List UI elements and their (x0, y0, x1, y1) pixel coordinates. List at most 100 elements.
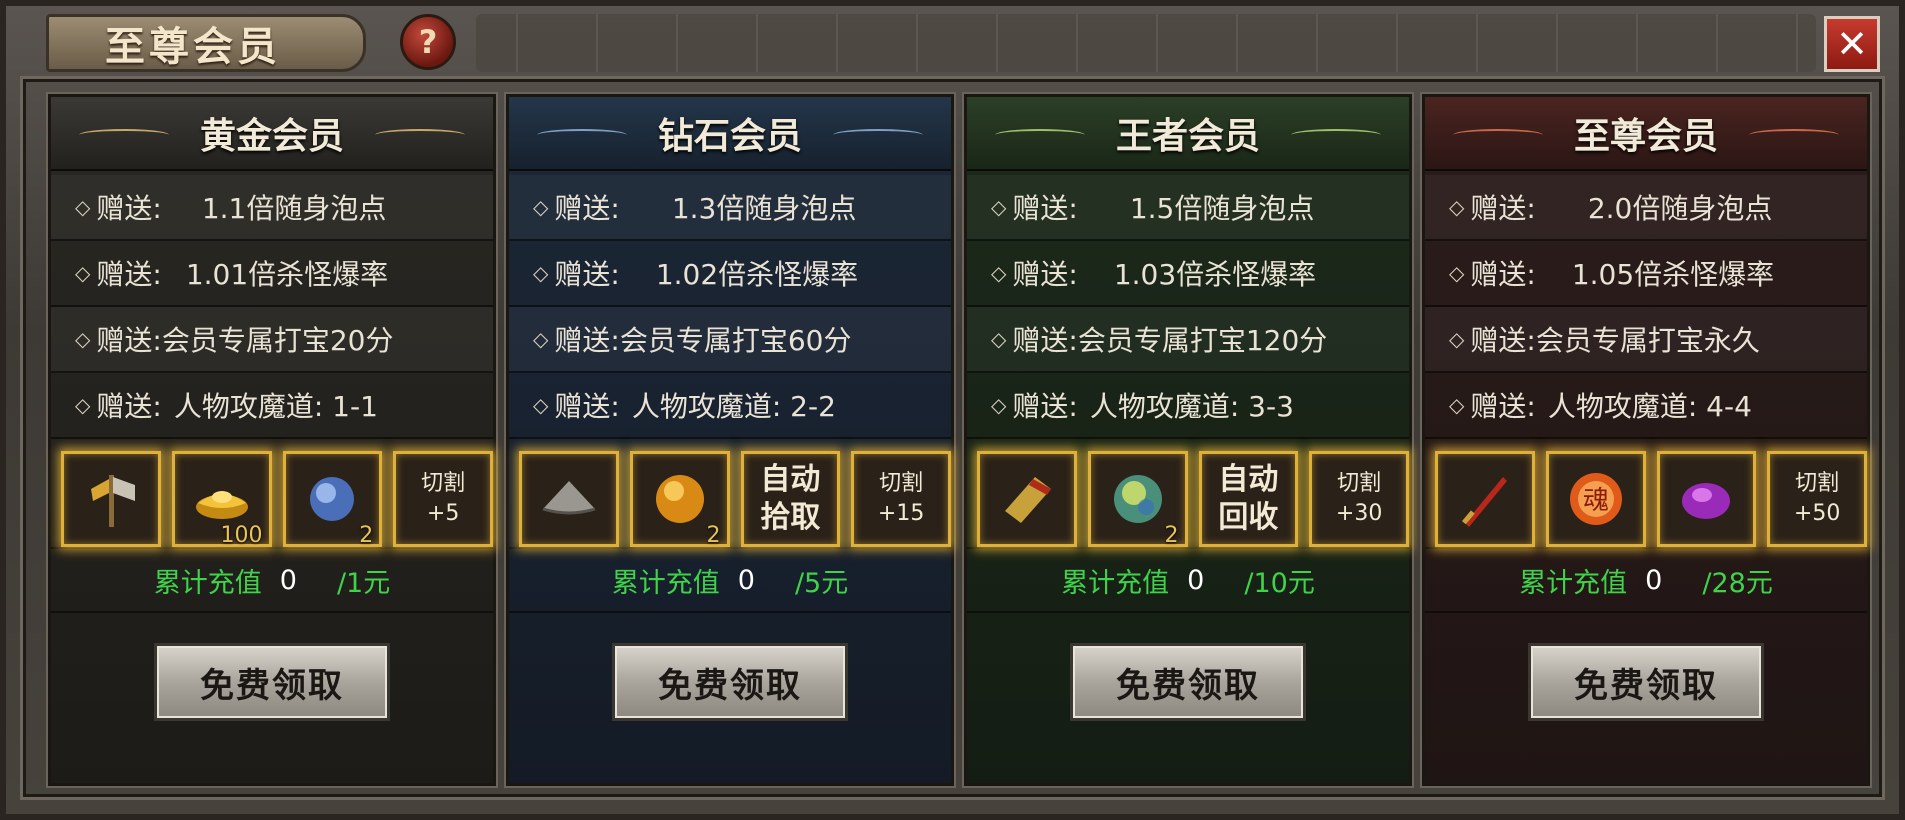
reward-slot-auto-pickup[interactable]: 自动 拾取 (740, 451, 841, 547)
benefit-list: ◇ 赠送: 1.3倍随身泡点 ◇ 赠送: 1.02倍杀怪爆率 ◇ 赠送: 会员专属打宝60分… (509, 171, 951, 439)
title-plate: 至尊会员 (46, 14, 366, 72)
benefit-row: ◇ 赠送: 1.05倍杀怪爆率 (1425, 241, 1867, 307)
diamond-icon: ◇ (75, 327, 91, 351)
header-decoration (79, 129, 169, 141)
reward-slot-soul-orb[interactable]: 魂 (1545, 451, 1646, 547)
benefit-prefix: 赠送: (96, 390, 162, 423)
close-button[interactable]: ✕ (1824, 16, 1880, 72)
item-text-line1: 自动 (760, 462, 821, 497)
benefit-text: 人物攻魔道: 4-4 (1547, 390, 1752, 423)
diamond-icon: ◇ (533, 195, 549, 219)
diamond-icon: ◇ (991, 261, 1007, 285)
tier-panel-king: 王者会员 ◇ 赠送: 1.5倍随身泡点 ◇ 赠送: 1.03倍杀怪爆率 ◇ 赠送: 会员专属… (962, 92, 1414, 788)
benefit-text: 会员专属打宝20分 (161, 324, 394, 357)
purple-gem-icon (1682, 483, 1731, 519)
reward-slot-axe[interactable] (61, 451, 161, 547)
benefit-row: ◇ 赠送: 会员专属打宝60分 (509, 307, 951, 373)
reward-items: 100 2 切割 +5 (51, 439, 493, 548)
reward-slot-auto-recycle[interactable]: 自动 回收 (1198, 451, 1299, 547)
tier-panel-gold: 黄金会员 ◇ 赠送: 1.1倍随身泡点 ◇ 赠送: 1.01倍杀怪爆率 ◇ 赠送: 会员专属… (46, 92, 498, 788)
recharge-target: /5元 (794, 567, 849, 599)
benefit-text: 人物攻魔道: 2-2 (631, 390, 836, 423)
reward-slot-cut-bonus[interactable]: 切割 +30 (1309, 451, 1409, 547)
header-decoration (537, 129, 627, 141)
recharge-target: /28元 (1702, 567, 1773, 599)
benefit-list: ◇ 赠送: 1.5倍随身泡点 ◇ 赠送: 1.03倍杀怪爆率 ◇ 赠送: 会员专属打宝120… (967, 171, 1409, 439)
tier-title: 黄金会员 (199, 116, 344, 157)
header-decoration (995, 129, 1085, 141)
item-text-line2: +30 (1335, 501, 1383, 526)
diamond-icon: ◇ (75, 393, 91, 417)
diamond-icon: ◇ (991, 195, 1007, 219)
recharge-progress: 累计充值 0 /1元 (51, 547, 493, 613)
reward-slot-green-orb[interactable]: 2 (1087, 451, 1188, 548)
help-button[interactable]: ? (400, 14, 456, 70)
reward-slot-cut-bonus[interactable]: 切割 +5 (393, 451, 493, 547)
sword-icon (1461, 477, 1507, 527)
benefit-row: ◇ 赠送: 人物攻魔道: 2-2 (509, 373, 951, 439)
tier-header: 黄金会员 (51, 97, 493, 171)
title-ornament (476, 14, 1816, 72)
item-text-line1: 切割 (421, 471, 466, 496)
soul-glyph: 魂 (1583, 486, 1609, 516)
benefit-text: 1.03倍杀怪爆率 (1113, 258, 1317, 291)
recharge-progress: 累计充值 0 /10元 (967, 547, 1409, 613)
reward-items: 魂 切割 +50 (1425, 439, 1867, 547)
vip-window: 至尊会员 ? ✕ 黄金会员 ◇ 赠送: 1.1倍随身泡点 ◇ 赠送: 1.01倍杀怪爆率… (0, 0, 1905, 820)
tier-title: 王者会员 (1115, 116, 1260, 157)
benefit-prefix: 赠送: (1012, 192, 1078, 225)
green-orb-icon (1113, 475, 1162, 523)
reward-slot-cut-bonus[interactable]: 切割 +15 (851, 451, 951, 547)
recharge-target: /10元 (1244, 567, 1315, 599)
reward-slot-gold-orb[interactable]: 2 (629, 451, 730, 548)
benefit-row: ◇ 赠送: 会员专属打宝永久 (1425, 307, 1867, 373)
claim-button[interactable]: 免费领取 (154, 643, 390, 721)
tier-header: 钻石会员 (509, 97, 951, 171)
reward-items: 2 自动 回收 切割 +30 (967, 439, 1409, 548)
benefit-text: 会员专属打宝60分 (619, 324, 852, 357)
reward-slot-purple-gem[interactable] (1656, 451, 1757, 547)
benefit-prefix: 赠送: (1470, 390, 1536, 423)
benefit-list: ◇ 赠送: 1.1倍随身泡点 ◇ 赠送: 1.01倍杀怪爆率 ◇ 赠送: 会员专属打宝20分… (51, 171, 493, 439)
diamond-icon: ◇ (991, 393, 1007, 417)
benefit-row: ◇ 赠送: 1.03倍杀怪爆率 (967, 241, 1409, 307)
book-icon (1004, 477, 1051, 523)
benefit-row: ◇ 赠送: 1.5倍随身泡点 (967, 175, 1409, 241)
item-count: 2 (706, 523, 721, 548)
benefit-prefix: 赠送: (96, 258, 162, 291)
reward-slot-hat[interactable] (519, 451, 619, 547)
benefit-row: ◇ 赠送: 1.3倍随身泡点 (509, 175, 951, 241)
claim-button[interactable]: 免费领取 (1528, 643, 1764, 721)
benefit-list: ◇ 赠送: 2.0倍随身泡点 ◇ 赠送: 1.05倍杀怪爆率 ◇ 赠送: 会员专属打宝永久 … (1425, 171, 1867, 439)
benefit-row: ◇ 赠送: 2.0倍随身泡点 (1425, 175, 1867, 241)
reward-slot-book[interactable] (977, 451, 1077, 547)
claim-button[interactable]: 免费领取 (1070, 643, 1306, 721)
benefit-row: ◇ 赠送: 人物攻魔道: 4-4 (1425, 373, 1867, 439)
item-count: 2 (359, 523, 374, 548)
header-decoration (1749, 129, 1839, 141)
reward-slot-sword[interactable] (1435, 451, 1535, 547)
benefit-prefix: 赠送: (96, 192, 162, 225)
benefit-text: 2.0倍随身泡点 (1587, 192, 1773, 225)
item-text-line2: +50 (1793, 501, 1841, 526)
claim-button[interactable]: 免费领取 (612, 643, 848, 721)
reward-slot-gold-ingot[interactable]: 100 (171, 451, 272, 548)
recharge-value: 0 (1187, 564, 1205, 596)
benefit-text: 1.1倍随身泡点 (201, 192, 387, 225)
diamond-icon: ◇ (533, 327, 549, 351)
recharge-value: 0 (279, 564, 297, 596)
recharge-value: 0 (737, 564, 755, 596)
reward-slot-cut-bonus[interactable]: 切割 +50 (1767, 451, 1867, 547)
reward-items: 2 自动 拾取 切割 +15 (509, 439, 951, 548)
item-count: 2 (1164, 523, 1179, 548)
reward-slot-blue-orb[interactable]: 2 (282, 451, 383, 548)
window-title: 至尊会员 (105, 23, 281, 70)
tier-panel-supreme: 至尊会员 ◇ 赠送: 2.0倍随身泡点 ◇ 赠送: 1.05倍杀怪爆率 ◇ 赠送: 会员专属… (1420, 92, 1872, 788)
header-decoration (833, 129, 923, 141)
item-text-line1: 自动 (1218, 462, 1279, 497)
soul-orb-icon: 魂 (1569, 473, 1622, 525)
item-count: 100 (220, 523, 263, 548)
diamond-icon: ◇ (1449, 327, 1465, 351)
diamond-icon: ◇ (533, 393, 549, 417)
tier-panel-diamond: 钻石会员 ◇ 赠送: 1.3倍随身泡点 ◇ 赠送: 1.02倍杀怪爆率 ◇ 赠送: 会员专属… (504, 92, 956, 788)
